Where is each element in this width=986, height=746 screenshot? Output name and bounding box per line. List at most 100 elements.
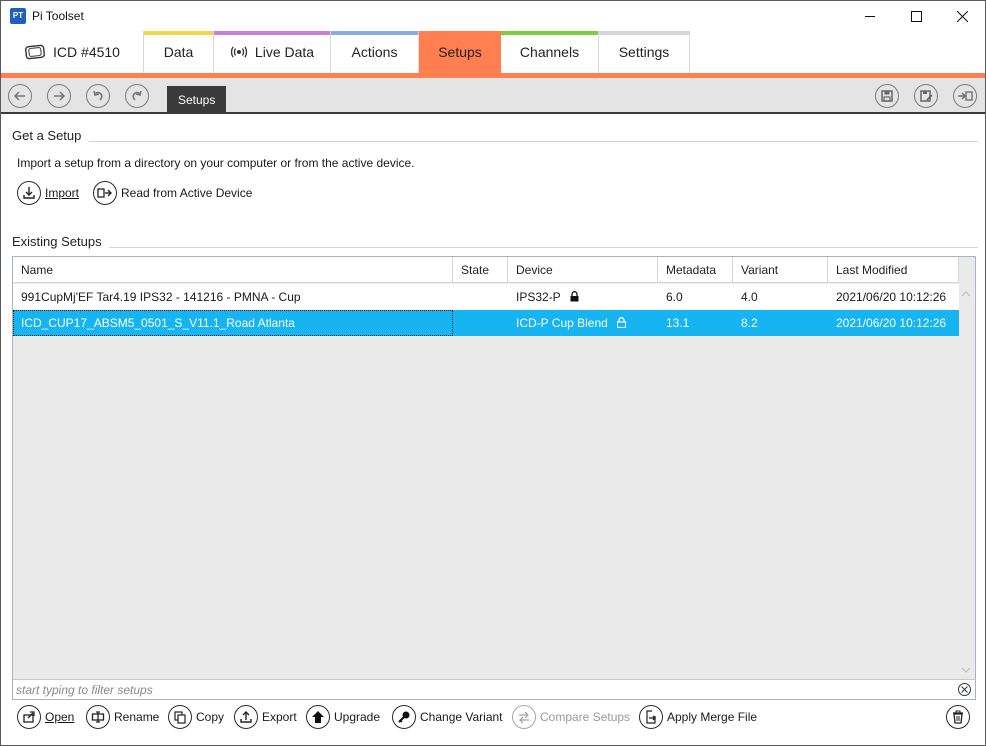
copy-button[interactable]: Copy (168, 705, 224, 729)
device-name: ICD-P Cup Blend (516, 316, 608, 330)
scroll-down-icon[interactable] (961, 665, 971, 675)
forward-button[interactable] (47, 84, 71, 108)
read-device-label: Read from Active Device (121, 186, 253, 200)
tab-actions[interactable]: Actions (331, 31, 419, 73)
copy-icon (168, 705, 192, 729)
tab-accent (144, 31, 213, 35)
tab-accent (501, 31, 598, 35)
back-button[interactable] (8, 84, 32, 108)
exit-button[interactable] (953, 84, 977, 108)
cell-last-modified: 2021/06/20 10:12:26 (836, 290, 947, 304)
apply-merge-file-button[interactable]: Apply Merge File (639, 705, 757, 729)
import-button[interactable]: Import (17, 181, 79, 205)
tab-channels[interactable]: Channels (501, 31, 599, 73)
open-label: Open (45, 710, 75, 724)
exit-icon (958, 91, 973, 101)
export-button[interactable]: Export (234, 705, 297, 729)
maximize-icon (910, 10, 922, 22)
tab-label: Setups (438, 44, 482, 60)
cell-state (453, 310, 508, 336)
compare-icon (512, 705, 536, 729)
save-as-button[interactable] (914, 84, 938, 108)
column-header-metadata[interactable]: Metadata (658, 257, 733, 283)
table-row[interactable]: 991CupMj'EF Tar4.19 IPS32 - 141216 - PMN… (13, 284, 959, 310)
app-logo-icon: PT (10, 8, 26, 24)
column-header-device[interactable]: Device (508, 257, 658, 283)
tab-device[interactable]: ICD #4510 (1, 31, 144, 73)
tab-data[interactable]: Data (144, 31, 214, 73)
clear-filter-button[interactable] (958, 683, 971, 696)
maximize-button[interactable] (893, 1, 939, 31)
tab-setups[interactable]: Setups (419, 31, 501, 73)
minimize-button[interactable] (847, 1, 893, 31)
save-button[interactable] (875, 84, 899, 108)
apply-merge-file-label: Apply Merge File (667, 710, 758, 724)
tab-accent (419, 31, 501, 35)
undo-button[interactable] (86, 84, 110, 108)
change-variant-button[interactable]: Change Variant (392, 705, 503, 729)
import-label: Import (45, 186, 80, 200)
filter-input[interactable] (13, 680, 953, 699)
rename-button[interactable]: Rename (86, 705, 159, 729)
save-as-icon (920, 90, 933, 102)
main-tabs: ICD #4510 Data Live Data Actions Setups … (1, 31, 985, 73)
save-icon (881, 90, 893, 102)
table-header: Name State Device Metadata Variant Last … (13, 257, 959, 283)
table-row-selected[interactable]: ICD_CUP17_ABSM5_0501_S_V11.1_Road Atlant… (13, 310, 959, 336)
filter-bar (13, 679, 975, 699)
lock-icon (570, 291, 579, 302)
copy-label: Copy (196, 710, 225, 724)
section-divider (89, 141, 978, 142)
tab-accent (1, 31, 143, 35)
cell-name: 991CupMj'EF Tar4.19 IPS32 - 141216 - PMN… (21, 290, 301, 304)
compare-setups-label: Compare Setups (540, 710, 631, 724)
existing-setups-title: Existing Setups (12, 234, 102, 249)
tab-live-data[interactable]: Live Data (214, 31, 331, 73)
get-setup-title: Get a Setup (12, 128, 82, 143)
column-header-last-modified[interactable]: Last Modified (828, 257, 959, 283)
cell-metadata: 6.0 (666, 290, 683, 304)
device-name: IPS32-P (516, 290, 561, 304)
broadcast-icon (230, 46, 248, 58)
tab-accent (599, 31, 689, 35)
open-button[interactable]: Open (17, 705, 74, 729)
export-icon (234, 705, 258, 729)
back-icon (13, 91, 25, 101)
rename-icon (86, 705, 110, 729)
minimize-icon (864, 15, 875, 17)
close-icon (956, 10, 968, 22)
clear-icon (961, 686, 968, 693)
column-header-name[interactable]: Name (13, 257, 453, 283)
cell-name: ICD_CUP17_ABSM5_0501_S_V11.1_Road Atlant… (13, 310, 453, 336)
read-from-device-button[interactable]: Read from Active Device (93, 181, 252, 205)
column-header-variant[interactable]: Variant (733, 257, 828, 283)
tab-settings[interactable]: Settings (599, 31, 690, 73)
lock-icon (617, 317, 627, 328)
tab-label: Channels (519, 44, 580, 60)
scroll-up-icon[interactable] (961, 289, 971, 299)
upgrade-label: Upgrade (334, 710, 381, 724)
toolbar: Setups (1, 78, 985, 114)
open-icon (17, 705, 41, 729)
cell-state (453, 284, 508, 310)
app-window: PT Pi Toolset ICD #4510 Data Live Data A… (0, 0, 986, 746)
tab-label: Live Data (254, 44, 315, 60)
compare-setups-button[interactable]: Compare Setups (512, 705, 630, 729)
key-icon (392, 705, 416, 729)
column-header-state[interactable]: State (453, 257, 508, 283)
delete-button[interactable] (946, 705, 970, 729)
section-divider (109, 247, 978, 248)
tab-accent (214, 31, 330, 35)
cell-device: ICD-P Cup Blend (508, 310, 658, 336)
merge-file-icon (639, 705, 663, 729)
upgrade-button[interactable]: Upgrade (306, 705, 380, 729)
forward-icon (54, 91, 66, 101)
redo-icon (132, 90, 142, 101)
tab-label: Actions (351, 44, 398, 60)
close-button[interactable] (939, 1, 985, 31)
window-title: Pi Toolset (32, 9, 84, 23)
redo-button[interactable] (125, 84, 149, 108)
trash-icon (946, 705, 970, 729)
read-device-icon (93, 181, 117, 205)
get-setup-description: Import a setup from a directory on your … (17, 156, 415, 170)
